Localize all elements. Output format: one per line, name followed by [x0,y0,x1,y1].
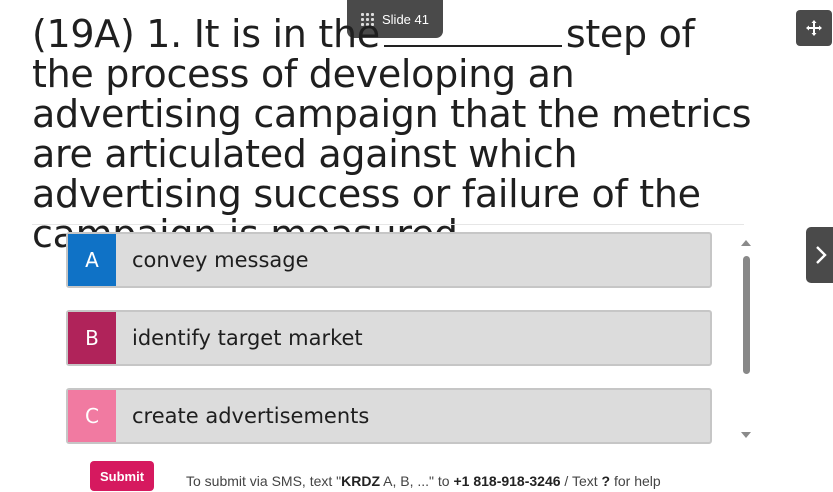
divider [32,224,744,225]
sms-instructions: To submit via SMS, text "KRDZ A, B, ..."… [186,473,661,489]
sms-prefix: To submit via SMS, text " [186,473,342,489]
sms-suffix: for help [610,473,661,489]
question-text: (19A) 1. It is in the step of the process… [32,14,762,254]
option-text: create advertisements [132,404,370,428]
move-icon [806,20,822,36]
scroll-thumb[interactable] [743,256,750,374]
option-letter: C [68,390,116,442]
option-letter: A [68,234,116,286]
scroll-down-icon[interactable] [741,432,751,438]
sms-help-char: ? [601,473,611,489]
option-letter: B [68,312,116,364]
option-b[interactable]: B identify target market [66,310,712,366]
question-before-blank: (19A) 1. It is in the [32,12,380,56]
sms-number: +1 818-918-3246 [453,473,561,489]
option-text: identify target market [132,326,363,350]
submit-button[interactable]: Submit [90,461,154,491]
chevron-right-icon [816,246,827,264]
sms-mid: A, B, ..." to [380,473,454,489]
options-scrollbar[interactable] [738,236,754,442]
fill-in-blank [383,15,562,47]
option-c[interactable]: C create advertisements [66,388,712,444]
option-a[interactable]: A convey message [66,232,712,288]
option-text: convey message [132,248,309,272]
sms-code: KRDZ [341,473,381,489]
move-button[interactable] [796,10,832,46]
scroll-up-icon[interactable] [741,240,751,246]
options-list: A convey message B identify target marke… [66,232,712,444]
next-slide-button[interactable] [806,227,833,283]
sms-sep: / Text [560,473,602,489]
